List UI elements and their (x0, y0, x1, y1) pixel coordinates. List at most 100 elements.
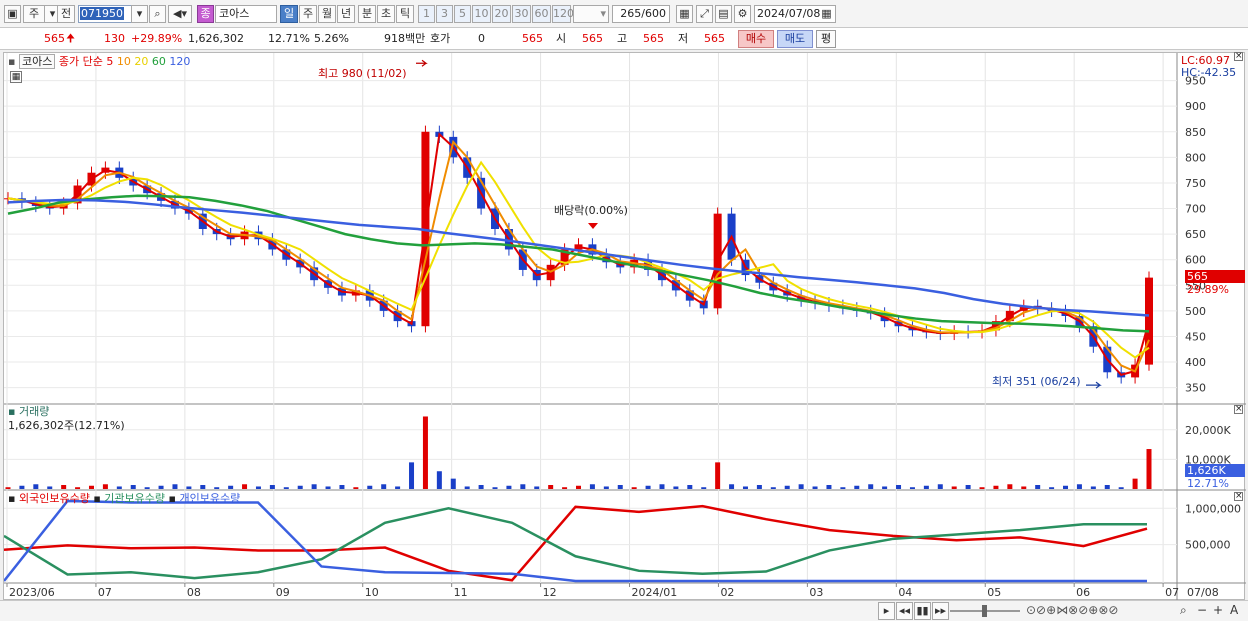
period-tab-minute[interactable]: 분 (358, 5, 376, 23)
code-dropdown-icon[interactable]: ▾ (131, 5, 148, 23)
holdings-legend: ▪ 외국인보유수량 ▪ 기관보유수량 ▪ 개인보유수량 (8, 492, 240, 505)
panel-toggle-icon[interactable]: ▪ (8, 405, 15, 418)
close-icon[interactable]: × (1234, 405, 1243, 414)
volume-bar (909, 487, 915, 489)
plus-icon[interactable]: + (1213, 604, 1223, 617)
legend-institution: 기관보유수량 (104, 492, 166, 505)
gear-icon[interactable]: ⚙ (734, 5, 751, 23)
buy-button[interactable]: 매수 (738, 30, 774, 48)
sound-icon[interactable]: ◀▾ (168, 5, 192, 23)
period-tab-second[interactable]: 초 (377, 5, 395, 23)
x-tick-label: 02 (720, 586, 734, 599)
interval-label: 20 (494, 7, 509, 20)
volume-bar (659, 484, 665, 489)
high-annotation: 최고 980 (11/02) (318, 67, 407, 80)
table-icon[interactable]: ▦ (10, 71, 22, 83)
volume-bar (951, 486, 957, 489)
chart-legend: ▪ 코아스 종가 단순 5 10 20 60 120 (8, 54, 191, 69)
rewind-icon[interactable]: ◂◂ (896, 602, 913, 620)
stock-name-value: 코아스 (219, 7, 250, 20)
volume-bar (1118, 487, 1124, 489)
interval-button-3[interactable]: 3 (436, 5, 453, 23)
period-tab-year[interactable]: 년 (337, 5, 355, 23)
period-tab-day[interactable]: 일 (280, 5, 298, 23)
chart-type-icon[interactable]: ▦ (676, 5, 693, 23)
close-icon[interactable]: × (1234, 492, 1243, 501)
y-tick-label: 600 (1185, 254, 1206, 267)
save-icon[interactable]: ▤ (715, 5, 732, 23)
draw-tool-icon[interactable]: ⤢ (696, 5, 713, 23)
interval-dropdown[interactable]: ▾ (573, 5, 609, 23)
x-tick-label: 06 (1076, 586, 1090, 599)
chart-canvas[interactable]: 3504004505005506006507007508008509009501… (4, 53, 1246, 601)
volume-bar (255, 486, 261, 489)
volume-bar (450, 478, 456, 489)
legend-ma120: 120 (169, 55, 191, 68)
sell-button[interactable]: 매도 (777, 30, 813, 48)
calendar-icon[interactable]: ▦ (818, 6, 835, 22)
volume-bar (1090, 486, 1096, 489)
volume-bar (993, 485, 999, 489)
period-tab-tick[interactable]: 틱 (396, 5, 414, 23)
volume-tag: 1,626K (1185, 464, 1245, 477)
close-icon[interactable]: × (1234, 52, 1243, 61)
stock-code-value: 071950 (80, 7, 124, 20)
volume-bar (395, 486, 401, 489)
hoga-value: 0 (478, 32, 485, 45)
stock-name-field[interactable]: 코아스 (215, 5, 277, 23)
pause-icon[interactable]: ▮▮ (914, 602, 931, 620)
panel-toggle-icon[interactable]: ▪ (169, 492, 176, 505)
volume-bar (353, 487, 359, 489)
zoom-slider-handle[interactable] (982, 605, 987, 617)
panel-toggle-icon[interactable]: ▪ (93, 492, 100, 505)
minus-icon[interactable]: − (1197, 604, 1207, 617)
volume-bar (186, 486, 192, 489)
foreign-holdings-line (4, 504, 1148, 582)
play-icon[interactable]: ▸ (878, 602, 895, 620)
panel-toggle-icon[interactable]: ▪ (8, 492, 15, 505)
tools-icon-group[interactable]: ⊙⊘⊕⋈⊗⊘⊕⊗⊘ (1026, 604, 1118, 617)
volume-bar (116, 486, 122, 489)
legend-toggle-icon[interactable]: ▪ (8, 55, 15, 68)
volume-bar (1049, 487, 1055, 489)
zoom-out-icon[interactable]: ⌕ (1180, 604, 1187, 617)
period-tab-month[interactable]: 월 (318, 5, 336, 23)
ma10-line (7, 139, 1150, 373)
volume-panel-value: 1,626,302주(12.71%) (8, 419, 125, 432)
y-tick-label: 350 (1185, 382, 1206, 395)
volume-bar (311, 484, 317, 489)
font-size-icon[interactable]: A (1230, 604, 1238, 617)
interval-button-20[interactable]: 20 (492, 5, 511, 23)
volume-bar (617, 485, 623, 489)
interval-button-30[interactable]: 30 (512, 5, 531, 23)
prev-button[interactable]: 전 (57, 5, 75, 23)
period-tab-week[interactable]: 주 (299, 5, 317, 23)
interval-label: 5 (459, 7, 466, 20)
volume-bar (1104, 485, 1110, 489)
chart-area[interactable]: 350 400 450 500 550 600 650 700 750 800 850 900 950 1… (3, 52, 1246, 601)
x-tick-label: 07 (98, 586, 112, 599)
window-icon[interactable]: ▣ (4, 5, 21, 23)
volume-bar (19, 485, 25, 489)
volume-bar (534, 486, 540, 489)
hoga-label: 호가 (430, 32, 451, 45)
bar-count-field[interactable]: 265/600 (612, 5, 670, 23)
volume-bar (102, 484, 108, 489)
volume-bar (1132, 478, 1138, 489)
volume-bar (756, 485, 762, 489)
volume-bar (75, 487, 81, 489)
current-price: 565 (44, 32, 65, 45)
forward-icon[interactable]: ▸▸ (932, 602, 949, 620)
volume-bar (1076, 484, 1082, 489)
interval-button-120[interactable]: 120 (552, 5, 574, 23)
y-tick-label: 500,000 (1185, 539, 1231, 552)
interval-button-1[interactable]: 1 (418, 5, 435, 23)
volume-bar (367, 485, 373, 489)
interval-button-60[interactable]: 60 (532, 5, 551, 23)
avg-button[interactable]: 평 (816, 30, 836, 48)
interval-button-5[interactable]: 5 (454, 5, 471, 23)
volume-bar (784, 485, 790, 489)
search-icon[interactable]: ⌕ (149, 5, 166, 23)
interval-button-10[interactable]: 10 (472, 5, 491, 23)
market-select[interactable]: 주 (23, 5, 45, 23)
